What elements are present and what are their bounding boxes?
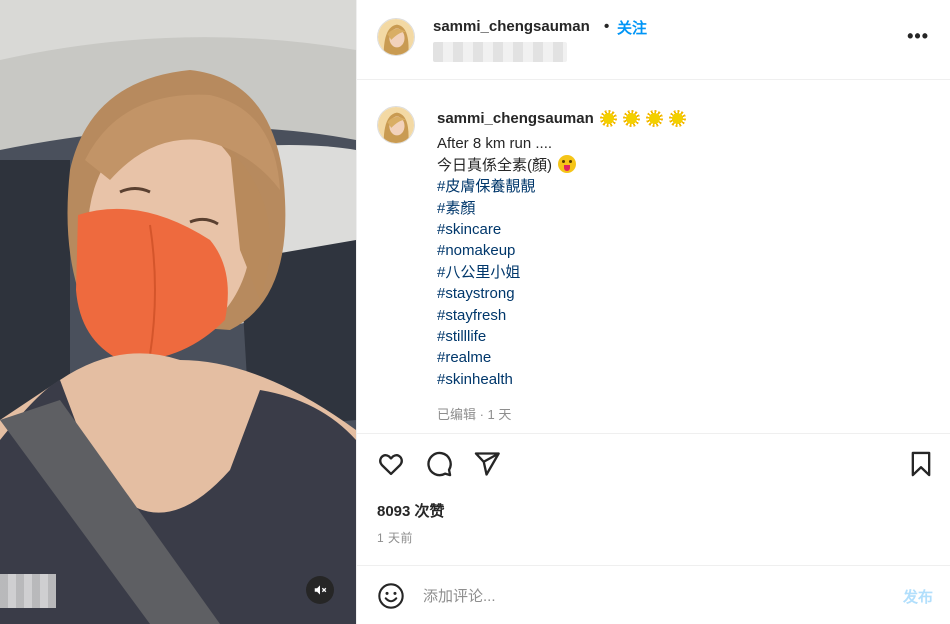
blurred-subtitle [433, 42, 567, 62]
caption-avatar[interactable] [377, 106, 415, 144]
caption-line: 今日真係全素(顏) [437, 156, 552, 174]
hashtag-link[interactable]: #stayfresh [437, 305, 927, 326]
emoji-picker-icon[interactable] [377, 582, 405, 610]
bookmark-icon[interactable] [907, 450, 935, 478]
profile-photo [378, 107, 414, 143]
tongue-face-emoji-icon [558, 154, 576, 173]
hashtag-link[interactable]: #skincare [437, 219, 927, 240]
post-comment-button[interactable]: 发布 [903, 586, 933, 607]
speaker-muted-icon [314, 585, 327, 595]
post-panel: sammi_chengsauman • 关注 ••• sammi_chengsa… [356, 0, 950, 624]
comment-icon[interactable] [425, 450, 453, 478]
hashtag-link[interactable]: #staystrong [437, 283, 927, 304]
hashtag-link[interactable]: #realme [437, 347, 927, 368]
post-timestamp[interactable]: 1 天前 [377, 529, 413, 546]
follow-button[interactable]: 关注 [617, 17, 647, 38]
hashtag-link[interactable]: #素顏 [437, 198, 927, 219]
hashtag-link[interactable]: #皮膚保養靚靚 [437, 176, 927, 197]
hashtag-link[interactable]: #nomakeup [437, 240, 927, 261]
separator-dot: • [604, 18, 610, 35]
comment-input[interactable] [423, 582, 863, 610]
caption-line: After 8 km run .... [437, 135, 553, 153]
avatar[interactable] [377, 18, 415, 56]
sun-icon [645, 110, 663, 127]
comment-bar: 发布 [357, 565, 950, 624]
sun-icon [599, 110, 617, 127]
mute-toggle-button[interactable] [306, 576, 334, 604]
sun-emoji-group [599, 110, 692, 133]
header-username[interactable]: sammi_chengsauman [433, 18, 590, 35]
more-options-icon[interactable]: ••• [907, 26, 929, 47]
sun-icon [622, 110, 640, 127]
caption-text: sammi_chengsauman After 8 km run .... 今日… [437, 108, 927, 390]
share-icon[interactable] [473, 450, 501, 478]
post-header: sammi_chengsauman • 关注 ••• [357, 0, 950, 80]
hashtag-link[interactable]: #stilllife [437, 326, 927, 347]
caption-username[interactable]: sammi_chengsauman [437, 110, 594, 127]
caption-section: sammi_chengsauman After 8 km run .... 今日… [357, 80, 950, 434]
blurred-watermark [0, 574, 56, 608]
action-bar [357, 434, 950, 494]
post-media[interactable] [0, 0, 356, 624]
hashtag-link[interactable]: #八公里小姐 [437, 262, 927, 283]
caption-edited-time: 已编辑 · 1 天 [437, 407, 512, 422]
profile-photo [378, 19, 414, 55]
selfie-photo [0, 0, 356, 624]
sun-icon [668, 110, 686, 127]
likes-count[interactable]: 8093 次赞 [377, 500, 445, 521]
heart-icon[interactable] [377, 450, 405, 478]
hashtag-link[interactable]: #skinhealth [437, 369, 927, 390]
